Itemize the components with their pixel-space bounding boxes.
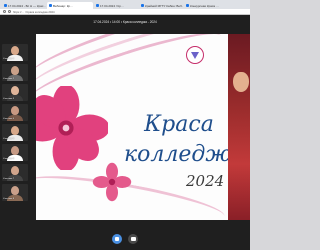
tab-label: Вебинар: Кр…	[53, 3, 74, 8]
participant-tile[interactable]: Участник 8	[2, 184, 28, 201]
camera-icon	[130, 237, 136, 241]
tab-favicon-icon	[186, 4, 189, 7]
slide-title-line1: Краса	[144, 112, 214, 137]
tab-favicon-icon	[4, 4, 7, 7]
participant-tile[interactable]: Участник 3	[2, 84, 28, 101]
tab-favicon-icon	[141, 4, 144, 7]
participant-video	[11, 106, 19, 115]
back-icon[interactable]	[3, 10, 6, 13]
participant-tile[interactable]: Участник 4	[2, 104, 28, 121]
participant-video	[11, 126, 19, 135]
college-emblem-icon	[186, 46, 204, 64]
participant-tile[interactable]: Участник 5	[2, 124, 28, 141]
browser-tab[interactable]: 17.04.2024 - Вс Н — Крас…	[2, 2, 46, 9]
tab-favicon-icon	[96, 4, 99, 7]
browser-tab[interactable]: 17.04.2024 / Кр…	[94, 2, 138, 9]
participant-video	[11, 146, 19, 155]
microphone-button[interactable]	[112, 234, 122, 244]
participant-name: Участник 3	[3, 98, 15, 100]
participant-video	[11, 86, 19, 95]
browser-tab[interactable]: Крайний МГТУ Кабин: Веб Ли…	[139, 2, 183, 9]
participant-video	[11, 166, 19, 175]
participant-name: Участник 2	[3, 78, 15, 80]
tab-label: 17.04.2024 / Кр…	[100, 3, 124, 8]
browser-tab[interactable]: Вебинар: Кр…	[47, 2, 93, 9]
participant-name: Участник 5	[3, 138, 15, 140]
tab-favicon-icon	[49, 4, 52, 7]
tab-label: Крайний МГТУ Кабин: Веб Ли…	[145, 3, 183, 8]
participant-video	[11, 46, 19, 55]
participant-tile[interactable]: Участник 7	[2, 164, 28, 181]
reload-icon[interactable]	[8, 10, 11, 13]
participant-name: Участник 7	[3, 178, 15, 180]
slide-title-line2: колледжа	[124, 142, 244, 167]
participant-tile[interactable]: Участник 6	[2, 144, 28, 161]
participant-video	[11, 186, 19, 195]
participant-tile[interactable]: Участник 2	[2, 64, 28, 81]
tab-label: Конкурсная Краса …	[190, 3, 219, 8]
meeting-controls	[0, 234, 250, 244]
meeting-title: 17.04.2024 • 14:00 • Краса колледжа - 20…	[93, 20, 157, 24]
url-text[interactable]: https://… / Краса колледжа 2024	[13, 10, 55, 14]
browser-tab[interactable]: Конкурсная Краса …	[184, 2, 228, 9]
flower-decoration	[92, 162, 132, 202]
slide-year: 2024	[186, 172, 225, 190]
participant-video	[11, 66, 19, 75]
participant-name: Участник 4	[3, 118, 15, 120]
presentation-slide: Краса колледжа 2024	[36, 34, 250, 220]
participant-name: Участник 8	[3, 198, 15, 200]
participant-name: Участник 6	[3, 158, 15, 160]
browser-tab-bar: 17.04.2024 - Вс Н — Крас… Вебинар: Кр… 17.…	[0, 0, 250, 9]
participant-tile[interactable]: Участник 1	[2, 44, 28, 61]
participant-sidebar: Участник 1 Участник 2 Участник 3 Участник 4…	[2, 44, 28, 204]
microphone-icon	[115, 237, 119, 241]
tab-label: 17.04.2024 - Вс Н — Крас…	[8, 3, 46, 8]
camera-button[interactable]	[128, 234, 138, 244]
presenter-portrait	[228, 34, 250, 220]
participant-name: Участник 1	[3, 58, 15, 60]
flower-decoration	[36, 86, 108, 170]
